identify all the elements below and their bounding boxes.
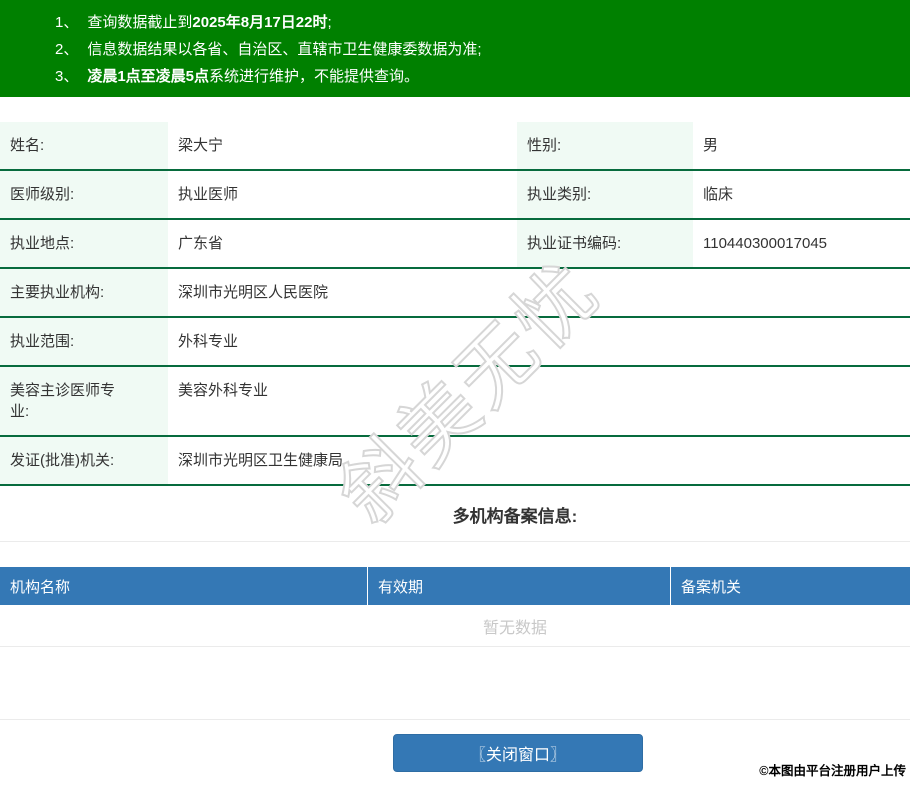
notice-text-bold: 凌晨1点至凌晨5点 <box>87 68 210 85</box>
field-value-practice-category: 临床 <box>693 170 910 220</box>
notice-line-2: 2、 信息数据结果以各省、自治区、直辖市卫生健康委数据为准; <box>55 36 900 63</box>
empty-data-message: 暂无数据 <box>0 605 910 647</box>
field-label-practice-scope: 执业范围: <box>0 317 168 367</box>
field-value-practice-location: 广东省 <box>168 219 517 269</box>
table-row-practice-scope: 执业范围: 外科专业 <box>0 317 910 367</box>
multi-org-section-heading: 多机构备案信息: <box>0 486 910 542</box>
notice-text: 查询数据截止到 <box>87 14 193 31</box>
notice-text: 信息数据结果以各省、自治区、直辖市卫生健康委数据为准; <box>87 41 482 58</box>
notice-text: ; <box>327 14 332 31</box>
field-label-gender: 性别: <box>517 122 693 171</box>
notice-line-3: 3、 凌晨1点至凌晨5点系统进行维护，不能提供查询。 <box>55 63 900 90</box>
field-value-certificate-number: 110440300017045 <box>693 219 910 269</box>
field-label-practice-category: 执业类别: <box>517 170 693 220</box>
table-row-name-gender: 姓名: 梁大宁 性别: 男 <box>0 122 910 171</box>
table-row-issuing-authority: 发证(批准)机关: 深圳市光明区卫生健康局 <box>0 436 910 486</box>
column-header-filing-authority: 备案机关 <box>670 567 910 605</box>
field-label-issuing-authority: 发证(批准)机关: <box>0 436 168 486</box>
column-header-validity-period: 有效期 <box>367 567 670 605</box>
field-label-doctor-level: 医师级别: <box>0 170 168 220</box>
field-label-main-institution: 主要执业机构: <box>0 268 168 318</box>
field-label-certificate-number: 执业证书编码: <box>517 219 693 269</box>
column-header-org-name: 机构名称 <box>10 578 71 596</box>
multi-org-table: 机构名称 有效期 备案机关 暂无数据 <box>0 567 910 647</box>
field-label-practice-location: 执业地点: <box>0 219 168 269</box>
notice-number: 2、 <box>55 41 79 58</box>
field-label-name: 姓名: <box>0 122 168 171</box>
field-value-gender: 男 <box>693 122 910 171</box>
notice-text-bold: 2025年8月17日22时 <box>192 14 328 31</box>
table-row-location-certificate: 执业地点: 广东省 执业证书编码: 110440300017045 <box>0 219 910 269</box>
notice-text: 系统进行维护，不能提供查询。 <box>209 68 420 85</box>
multi-org-table-header: 机构名称 有效期 备案机关 <box>0 567 910 605</box>
table-row-main-institution: 主要执业机构: 深圳市光明区人民医院 <box>0 268 910 318</box>
close-window-button[interactable]: 〖关闭窗口〗 <box>393 734 643 772</box>
field-value-name: 梁大宁 <box>168 122 517 171</box>
field-value-main-institution: 深圳市光明区人民医院 <box>168 268 910 318</box>
notice-number: 3、 <box>55 68 79 85</box>
table-row-level-category: 医师级别: 执业医师 执业类别: 临床 <box>0 170 910 220</box>
field-value-issuing-authority: 深圳市光明区卫生健康局 <box>168 436 910 486</box>
field-value-practice-scope: 外科专业 <box>168 317 910 367</box>
table-row-cosmetic-specialty: 美容主诊医师专业: 美容外科专业 <box>0 366 910 437</box>
field-value-cosmetic-specialty: 美容外科专业 <box>168 366 910 437</box>
notice-banner: 1、 查询数据截止到2025年8月17日22时; 2、 信息数据结果以各省、自治区、… <box>0 0 910 97</box>
field-label-cosmetic-specialty: 美容主诊医师专业: <box>0 366 168 437</box>
practitioner-info-table: 姓名: 梁大宁 性别: 男 医师级别: 执业医师 执业类别: 临床 执业地点: … <box>0 122 910 486</box>
notice-line-1: 1、 查询数据截止到2025年8月17日22时; <box>55 9 900 36</box>
field-value-doctor-level: 执业医师 <box>168 170 517 220</box>
notice-number: 1、 <box>55 14 79 31</box>
upload-credit-text: ©本图由平台注册用户上传 <box>759 764 906 778</box>
